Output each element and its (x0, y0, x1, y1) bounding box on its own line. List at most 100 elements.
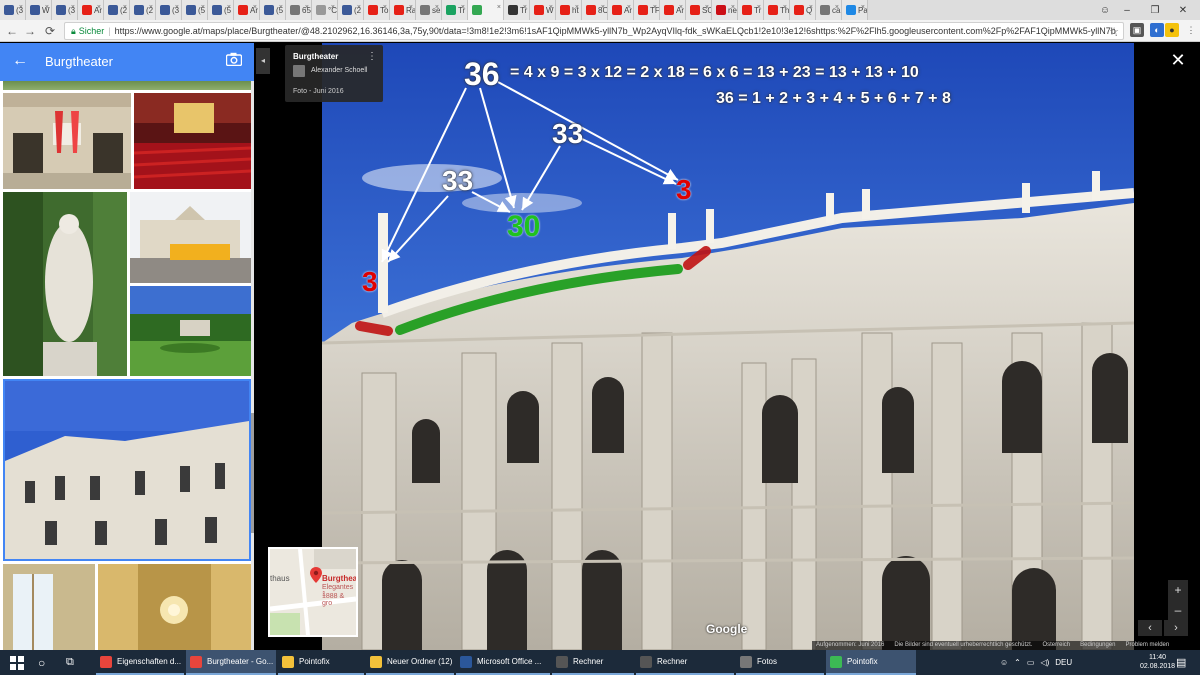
zoom-in-button[interactable]: + (1168, 580, 1188, 600)
close-tab-icon[interactable]: × (435, 4, 439, 11)
close-tab-icon[interactable]: × (357, 4, 361, 11)
browser-tab[interactable]: (3 × (0, 0, 26, 20)
taskbar-app[interactable]: Rechner (636, 650, 734, 675)
photo-thumbnail[interactable] (134, 93, 251, 189)
browser-tab[interactable]: (3 × (156, 0, 182, 20)
bookmark-star-icon[interactable]: ☆ (1109, 25, 1119, 38)
taskbar-app[interactable]: Neuer Ordner (12) (366, 650, 454, 675)
notifications-icon[interactable]: ▤ (1176, 650, 1186, 675)
main-photo[interactable] (322, 43, 1134, 650)
minimize-button[interactable]: – (1112, 0, 1142, 20)
browser-tab[interactable]: SC× (686, 0, 712, 20)
author-avatar[interactable] (293, 65, 305, 77)
photo-thumbnail[interactable] (130, 286, 251, 376)
browser-tab[interactable]: se × (416, 0, 442, 20)
photo-thumbnail[interactable] (3, 93, 131, 189)
browser-tab[interactable]: × (468, 0, 504, 20)
browser-tab[interactable]: Ar × (608, 0, 634, 20)
close-tab-icon[interactable]: × (497, 4, 501, 11)
taskbar-app[interactable]: Fotos (736, 650, 824, 675)
close-tab-icon[interactable]: × (201, 4, 205, 11)
browser-tab[interactable]: W × (530, 0, 556, 20)
browser-tab[interactable]: Tr × (442, 0, 468, 20)
close-tab-icon[interactable]: × (383, 4, 387, 11)
close-viewer-icon[interactable]: ✕ (1168, 50, 1188, 70)
close-tab-icon[interactable]: × (575, 4, 579, 11)
browser-tab[interactable]: (3 × (52, 0, 78, 20)
browser-tab[interactable]: °C × (312, 0, 338, 20)
browser-tab[interactable]: (5 × (260, 0, 286, 20)
browser-tab[interactable]: (2 × (104, 0, 130, 20)
taskbar-app[interactable]: Pointofix (278, 650, 364, 675)
minimap[interactable]: thaus Burgtheat Elegantes 1 1888 & gro (268, 547, 358, 637)
photo-thumbnail[interactable] (3, 564, 95, 650)
close-tab-icon[interactable]: × (227, 4, 231, 11)
browser-tab[interactable]: Ar × (234, 0, 260, 20)
photo-thumbnail[interactable] (3, 192, 127, 376)
people-icon[interactable]: ☺ (1000, 658, 1008, 667)
menu-icon[interactable]: ⋮ (1184, 23, 1198, 37)
photo-thumbnail[interactable] (3, 81, 251, 90)
browser-tab[interactable]: Ar × (78, 0, 104, 20)
footer-terms-link[interactable]: Bedingungen (1080, 641, 1115, 650)
collapse-panel-chevron-icon[interactable]: ◂ (256, 48, 270, 74)
browser-tab[interactable]: To × (364, 0, 390, 20)
close-tab-icon[interactable]: × (653, 4, 657, 11)
close-tab-icon[interactable]: × (331, 4, 335, 11)
browser-tab[interactable]: Ra× (390, 0, 416, 20)
browser-tab[interactable]: Ar × (660, 0, 686, 20)
browser-tab[interactable]: ca × (816, 0, 842, 20)
taskbar-app[interactable]: Rechner (552, 650, 634, 675)
close-tab-icon[interactable]: × (19, 4, 23, 11)
close-tab-icon[interactable]: × (461, 4, 465, 11)
back-arrow-icon[interactable]: ← (12, 52, 28, 70)
close-tab-icon[interactable]: × (409, 4, 413, 11)
browser-tab[interactable]: (2 × (130, 0, 156, 20)
add-photo-camera-icon[interactable] (226, 52, 242, 66)
task-view-icon[interactable]: ⧉ (66, 650, 74, 675)
window-close-button[interactable]: ✕ (1168, 0, 1198, 20)
browser-tab[interactable]: Tr × (738, 0, 764, 20)
close-tab-icon[interactable]: × (45, 4, 49, 11)
author-name[interactable]: Alexander Schoell (311, 67, 367, 74)
more-options-icon[interactable]: ⋮ (367, 51, 377, 62)
restore-button[interactable]: ❐ (1140, 0, 1170, 20)
browser-tab[interactable]: ht × (556, 0, 582, 20)
browser-tab[interactable]: ne × (712, 0, 738, 20)
footer-country[interactable]: Österreich (1042, 641, 1070, 650)
close-tab-icon[interactable]: × (149, 4, 153, 11)
start-button[interactable] (10, 650, 24, 675)
photo-thumbnail-selected[interactable] (3, 379, 251, 561)
close-tab-icon[interactable]: × (757, 4, 761, 11)
close-tab-icon[interactable]: × (279, 4, 283, 11)
close-tab-icon[interactable]: × (679, 4, 683, 11)
close-tab-icon[interactable]: × (809, 4, 813, 11)
close-tab-icon[interactable]: × (305, 4, 309, 11)
close-tab-icon[interactable]: × (601, 4, 605, 11)
next-photo-button[interactable]: › (1164, 620, 1188, 636)
tray-chevron-icon[interactable]: ⌃ (1014, 658, 1021, 667)
reload-icon[interactable]: ⟳ (42, 22, 58, 40)
network-icon[interactable]: ▭ (1027, 658, 1035, 667)
language-indicator[interactable]: DEU (1055, 658, 1072, 667)
photo-thumbnail[interactable] (98, 564, 251, 650)
extension-icon[interactable]: ◐ (1150, 23, 1164, 37)
browser-tab[interactable]: (2 × (338, 0, 364, 20)
browser-tab[interactable]: Q × (790, 0, 816, 20)
previous-photo-button[interactable]: ‹ (1138, 620, 1162, 636)
close-tab-icon[interactable]: × (861, 4, 865, 11)
taskbar-app[interactable]: Pointofix (826, 650, 916, 675)
close-tab-icon[interactable]: × (253, 4, 257, 11)
extension-icon[interactable]: ● (1165, 23, 1179, 37)
browser-tab[interactable]: (5 × (208, 0, 234, 20)
forward-icon[interactable]: → (22, 22, 38, 40)
back-icon[interactable]: ← (4, 22, 20, 40)
browser-tab[interactable]: Pa × (842, 0, 868, 20)
search-circle-icon[interactable]: ○ (38, 650, 45, 675)
close-tab-icon[interactable]: × (71, 4, 75, 11)
close-tab-icon[interactable]: × (123, 4, 127, 11)
footer-report-link[interactable]: Problem melden (1126, 641, 1170, 650)
browser-tab[interactable]: 65 × (286, 0, 312, 20)
zoom-out-button[interactable]: – (1168, 600, 1188, 620)
close-tab-icon[interactable]: × (175, 4, 179, 11)
